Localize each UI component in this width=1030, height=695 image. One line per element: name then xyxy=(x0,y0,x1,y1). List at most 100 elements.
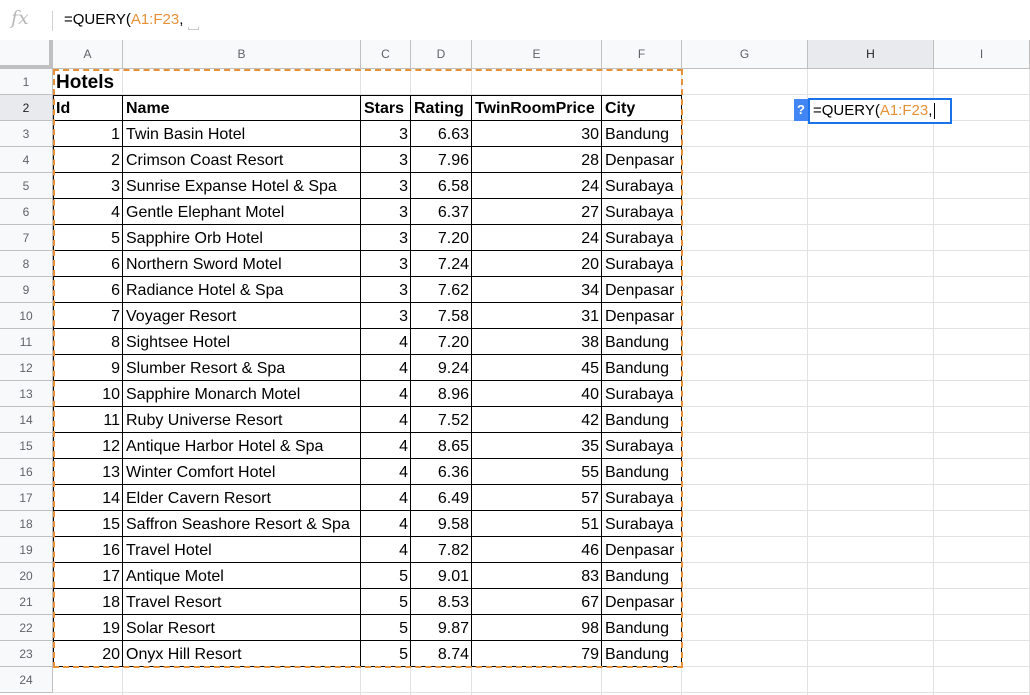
data-cell-rating[interactable]: 7.20 xyxy=(411,225,472,251)
formula-input[interactable]: =QUERY(A1:F23, xyxy=(64,11,183,28)
data-cell-city[interactable]: Surabaya xyxy=(602,381,682,407)
data-cell-stars[interactable]: 4 xyxy=(361,355,411,381)
data-cell-twin-room-price[interactable]: 20 xyxy=(472,251,602,277)
data-cell-twin-room-price[interactable]: 30 xyxy=(472,121,602,147)
data-cell-rating[interactable]: 7.58 xyxy=(411,303,472,329)
data-cell-rating[interactable]: 9.58 xyxy=(411,511,472,537)
data-cell-name[interactable]: Twin Basin Hotel xyxy=(123,121,361,147)
data-cell-id[interactable]: 19 xyxy=(53,615,123,641)
data-cell-city[interactable]: Bandung xyxy=(602,459,682,485)
row-header-14[interactable]: 14 xyxy=(0,407,53,433)
row-header-13[interactable]: 13 xyxy=(0,381,53,407)
data-cell-rating[interactable]: 6.49 xyxy=(411,485,472,511)
data-cell-twin-room-price[interactable]: 51 xyxy=(472,511,602,537)
data-cell-id[interactable]: 14 xyxy=(53,485,123,511)
data-cell-stars[interactable]: 4 xyxy=(361,459,411,485)
data-cell-stars[interactable]: 3 xyxy=(361,277,411,303)
data-cell-name[interactable]: Gentle Elephant Motel xyxy=(123,199,361,225)
data-cell-stars[interactable]: 4 xyxy=(361,433,411,459)
data-cell-stars[interactable]: 5 xyxy=(361,641,411,667)
data-cell-name[interactable]: Travel Hotel xyxy=(123,537,361,563)
data-cell-name[interactable]: Voyager Resort xyxy=(123,303,361,329)
data-cell-rating[interactable]: 6.63 xyxy=(411,121,472,147)
data-cell-stars[interactable]: 4 xyxy=(361,537,411,563)
data-cell-city[interactable]: Denpasar xyxy=(602,303,682,329)
column-header-g[interactable]: G xyxy=(682,40,808,69)
data-cell-twin-room-price[interactable]: 24 xyxy=(472,225,602,251)
column-header-f[interactable]: F xyxy=(602,40,682,69)
data-cell-twin-room-price[interactable]: 31 xyxy=(472,303,602,329)
data-cell-twin-room-price[interactable]: 45 xyxy=(472,355,602,381)
data-cell-id[interactable]: 18 xyxy=(53,589,123,615)
data-cell-name[interactable]: Antique Motel xyxy=(123,563,361,589)
column-header-h[interactable]: H xyxy=(808,40,934,69)
row-header-20[interactable]: 20 xyxy=(0,563,53,589)
data-cell-name[interactable]: Saffron Seashore Resort & Spa xyxy=(123,511,361,537)
data-cell-name[interactable]: Northern Sword Motel xyxy=(123,251,361,277)
sheet-title-cell[interactable]: Hotels xyxy=(53,69,353,95)
select-all-corner[interactable] xyxy=(0,40,53,69)
header-cell-name[interactable]: Name xyxy=(123,95,361,121)
data-cell-id[interactable]: 12 xyxy=(53,433,123,459)
data-cell-stars[interactable]: 4 xyxy=(361,485,411,511)
column-header-b[interactable]: B xyxy=(123,40,361,69)
header-cell-id[interactable]: Id xyxy=(53,95,123,121)
row-header-7[interactable]: 7 xyxy=(0,225,53,251)
data-cell-city[interactable]: Surabaya xyxy=(602,199,682,225)
data-cell-rating[interactable]: 9.24 xyxy=(411,355,472,381)
row-header-1[interactable]: 1 xyxy=(0,69,53,95)
data-cell-id[interactable]: 17 xyxy=(53,563,123,589)
data-cell-twin-room-price[interactable]: 28 xyxy=(472,147,602,173)
data-cell-name[interactable]: Sunrise Expanse Hotel & Spa xyxy=(123,173,361,199)
row-header-16[interactable]: 16 xyxy=(0,459,53,485)
data-cell-twin-room-price[interactable]: 46 xyxy=(472,537,602,563)
data-cell-name[interactable]: Crimson Coast Resort xyxy=(123,147,361,173)
data-cell-twin-room-price[interactable]: 83 xyxy=(472,563,602,589)
data-cell-rating[interactable]: 6.36 xyxy=(411,459,472,485)
data-cell-city[interactable]: Bandung xyxy=(602,121,682,147)
data-cell-stars[interactable]: 4 xyxy=(361,407,411,433)
data-cell-rating[interactable]: 8.65 xyxy=(411,433,472,459)
data-cell-city[interactable]: Bandung xyxy=(602,641,682,667)
data-cell-name[interactable]: Sapphire Orb Hotel xyxy=(123,225,361,251)
row-header-17[interactable]: 17 xyxy=(0,485,53,511)
row-header-2[interactable]: 2 xyxy=(0,95,53,121)
data-cell-stars[interactable]: 4 xyxy=(361,511,411,537)
data-cell-rating[interactable]: 7.24 xyxy=(411,251,472,277)
row-header-23[interactable]: 23 xyxy=(0,641,53,667)
data-cell-id[interactable]: 8 xyxy=(53,329,123,355)
data-cell-city[interactable]: Denpasar xyxy=(602,589,682,615)
data-cell-stars[interactable]: 4 xyxy=(361,381,411,407)
data-cell-rating[interactable]: 7.82 xyxy=(411,537,472,563)
data-cell-twin-room-price[interactable]: 35 xyxy=(472,433,602,459)
data-cell-name[interactable]: Antique Harbor Hotel & Spa xyxy=(123,433,361,459)
data-cell-rating[interactable]: 8.53 xyxy=(411,589,472,615)
header-cell-rating[interactable]: Rating xyxy=(411,95,472,121)
row-header-18[interactable]: 18 xyxy=(0,511,53,537)
data-cell-city[interactable]: Surabaya xyxy=(602,433,682,459)
data-cell-stars[interactable]: 3 xyxy=(361,303,411,329)
data-cell-city[interactable]: Bandung xyxy=(602,355,682,381)
data-cell-id[interactable]: 6 xyxy=(53,251,123,277)
row-header-22[interactable]: 22 xyxy=(0,615,53,641)
data-cell-twin-room-price[interactable]: 79 xyxy=(472,641,602,667)
data-cell-rating[interactable]: 8.96 xyxy=(411,381,472,407)
data-cell-id[interactable]: 5 xyxy=(53,225,123,251)
data-cell-city[interactable]: Surabaya xyxy=(602,173,682,199)
data-cell-twin-room-price[interactable]: 38 xyxy=(472,329,602,355)
row-header-8[interactable]: 8 xyxy=(0,251,53,277)
data-cell-name[interactable]: Solar Resort xyxy=(123,615,361,641)
spreadsheet-grid[interactable]: Hotels Id Name Stars Rating TwinRoomPrice City… xyxy=(53,69,1030,695)
data-cell-twin-room-price[interactable]: 27 xyxy=(472,199,602,225)
row-header-21[interactable]: 21 xyxy=(0,589,53,615)
row-header-11[interactable]: 11 xyxy=(0,329,53,355)
row-header-10[interactable]: 10 xyxy=(0,303,53,329)
data-cell-twin-room-price[interactable]: 98 xyxy=(472,615,602,641)
data-cell-id[interactable]: 7 xyxy=(53,303,123,329)
data-cell-rating[interactable]: 9.87 xyxy=(411,615,472,641)
data-cell-rating[interactable]: 9.01 xyxy=(411,563,472,589)
data-cell-id[interactable]: 10 xyxy=(53,381,123,407)
header-cell-city[interactable]: City xyxy=(602,95,682,121)
data-cell-name[interactable]: Ruby Universe Resort xyxy=(123,407,361,433)
header-cell-twin-room-price[interactable]: TwinRoomPrice xyxy=(472,95,602,121)
